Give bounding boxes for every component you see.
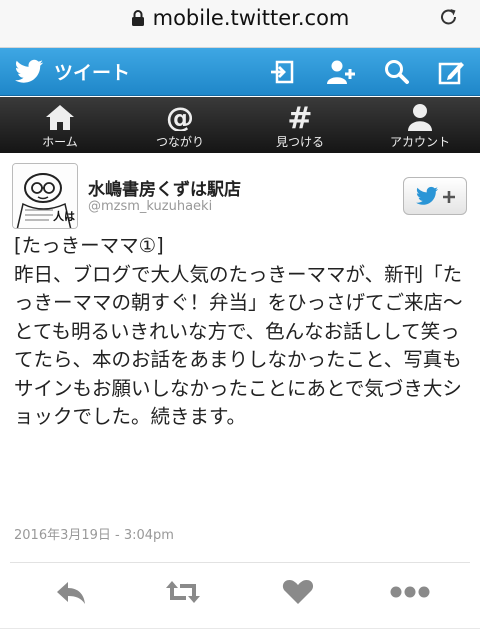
- screen-name[interactable]: @mzsm_kuzuhaeki: [88, 199, 212, 214]
- bottom-divider: [0, 628, 480, 629]
- twitter-bird-icon[interactable]: [14, 59, 44, 85]
- tab-connect-label: つながり: [155, 135, 204, 149]
- follow-button[interactable]: [403, 177, 467, 215]
- url-text: mobile.twitter.com: [152, 6, 350, 30]
- tab-bar: ホーム @ つながり # 見つける アカウント: [0, 97, 480, 153]
- tab-discover-label: 見つける: [275, 135, 324, 149]
- tab-discover[interactable]: # 見つける: [240, 97, 360, 153]
- person-icon: [408, 104, 432, 131]
- reply-icon[interactable]: [54, 578, 88, 606]
- display-name[interactable]: 水嶋書房くずは駅店: [88, 175, 241, 200]
- favorite-icon[interactable]: [281, 578, 315, 606]
- tweet-text: [たっきーママ①] 昨日、ブログで大人気のたっきーママが、新刊「たっきーママの朝…: [14, 234, 463, 428]
- at-icon: @: [166, 103, 194, 131]
- follow-bird-icon: [416, 186, 455, 205]
- page-title: ツイート: [54, 62, 131, 84]
- more-icon[interactable]: [388, 578, 432, 606]
- tweet-timestamp[interactable]: 2016年3月19日 - 3:04pm: [14, 524, 174, 543]
- hashtag-icon: #: [287, 103, 312, 131]
- reload-icon[interactable]: [438, 6, 460, 28]
- tab-home-label: ホーム: [42, 135, 78, 149]
- svg-text:#: #: [287, 103, 312, 131]
- tab-account[interactable]: アカウント: [360, 97, 480, 153]
- browser-url-bar[interactable]: mobile.twitter.com: [0, 0, 480, 48]
- lock-icon: [131, 10, 144, 26]
- avatar-text: 人は: [53, 210, 75, 223]
- logout-icon[interactable]: [268, 58, 296, 86]
- search-icon[interactable]: [383, 58, 411, 86]
- home-icon: [46, 105, 74, 130]
- tab-home[interactable]: ホーム: [0, 97, 120, 153]
- tab-connect[interactable]: @ つながり: [120, 97, 240, 153]
- compose-icon[interactable]: [437, 58, 465, 86]
- tab-account-label: アカウント: [389, 135, 450, 149]
- url-display[interactable]: mobile.twitter.com: [0, 6, 480, 30]
- header-bar: ツイート: [0, 48, 480, 96]
- add-user-icon[interactable]: [325, 58, 357, 86]
- svg-text:@: @: [166, 103, 194, 131]
- divider: [10, 562, 470, 563]
- retweet-icon[interactable]: [164, 578, 202, 606]
- avatar[interactable]: 人は: [12, 163, 78, 229]
